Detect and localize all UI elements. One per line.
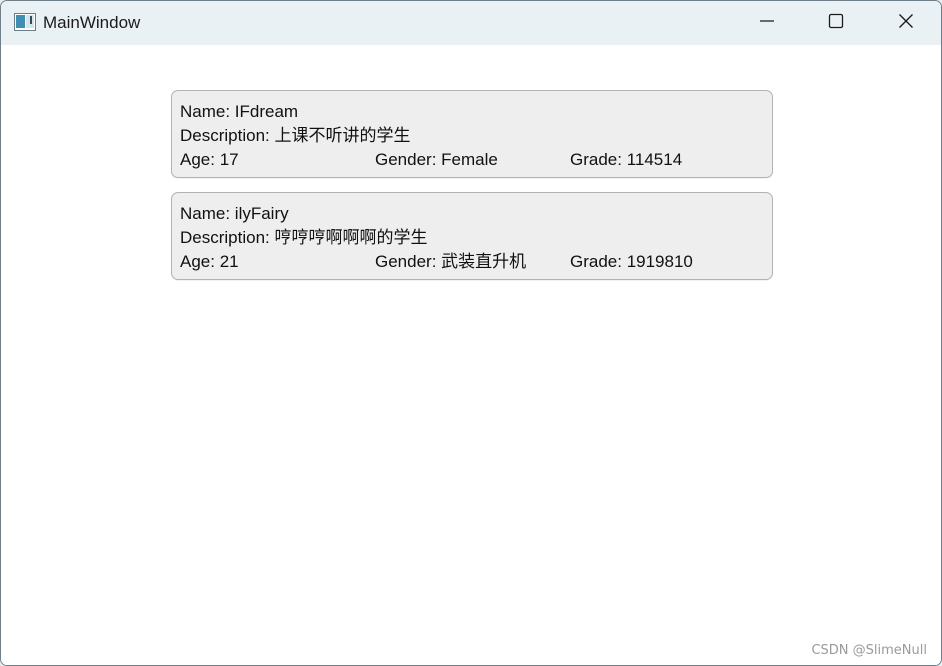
student-grade: Grade: 1919810 [570, 252, 693, 271]
student-gender: Gender: 武装直升机 [375, 252, 527, 271]
student-gender: Gender: Female [375, 150, 498, 169]
maximize-button[interactable] [801, 1, 871, 45]
student-description: Description: 上课不听讲的学生 [180, 126, 411, 145]
title-bar[interactable]: MainWindow [1, 1, 941, 45]
app-window-icon [14, 13, 36, 31]
student-name: Name: IFdream [180, 102, 299, 121]
student-description: Description: 哼哼哼啊啊啊的学生 [180, 228, 428, 247]
student-age: Age: 21 [180, 252, 239, 271]
student-name: Name: ilyFairy [180, 204, 289, 223]
minimize-button[interactable] [732, 1, 802, 45]
window-title: MainWindow [43, 13, 141, 32]
maximize-icon [828, 13, 844, 34]
close-button[interactable] [871, 1, 941, 45]
close-icon [898, 13, 914, 34]
student-list[interactable]: Name: IFdream Description: 上课不听讲的学生 Age:… [1, 45, 941, 665]
student-card[interactable]: Name: IFdream Description: 上课不听讲的学生 Age:… [171, 90, 773, 178]
student-card[interactable]: Name: ilyFairy Description: 哼哼哼啊啊啊的学生 Ag… [171, 192, 773, 280]
student-age: Age: 17 [180, 150, 239, 169]
main-window: MainWindow Name: IFdream Description: 上课… [0, 0, 942, 666]
minimize-icon [759, 13, 775, 34]
student-grade: Grade: 114514 [570, 150, 683, 169]
watermark: CSDN @SlimeNull [811, 643, 927, 658]
